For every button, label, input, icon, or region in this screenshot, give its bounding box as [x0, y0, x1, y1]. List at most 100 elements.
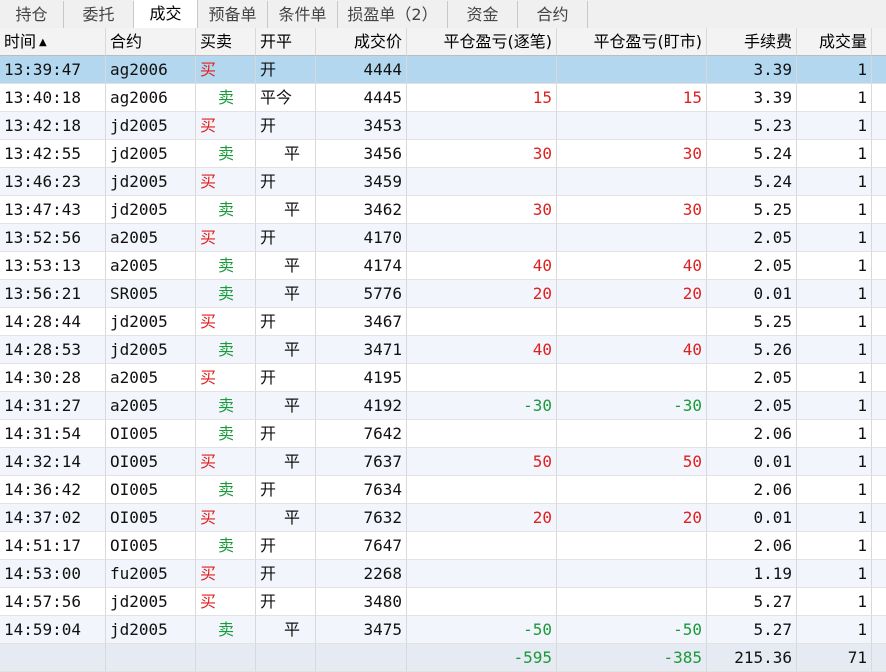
cell-open-close: 平	[256, 336, 316, 364]
table-row[interactable]: 14:31:27 a2005 卖平 4192 -30 -30 2.05 1	[0, 392, 886, 420]
cell-price: 2268	[316, 560, 407, 588]
cell-pnl-mtm	[557, 560, 707, 588]
table-row[interactable]: 14:28:44 jd2005 买开 3467 5.25 1	[0, 308, 886, 336]
table-row[interactable]: 13:47:43 jd2005 卖平 3462 30 30 5.25 1	[0, 196, 886, 224]
table-row[interactable]: 14:37:02 OI005 买平 7632 20 20 0.01 1	[0, 504, 886, 532]
tab-2[interactable]: 成交	[134, 0, 198, 28]
cell-price: 3480	[316, 588, 407, 616]
cell-price: 3462	[316, 196, 407, 224]
cell-qty: 1	[797, 196, 872, 224]
cell-pnl-mtm	[557, 420, 707, 448]
cell-fee: 2.06	[707, 532, 797, 560]
column-header-contract[interactable]: 合约	[106, 28, 196, 56]
table-row[interactable]: 14:57:56 jd2005 买开 3480 5.27 1	[0, 588, 886, 616]
table-row[interactable]: 14:32:14 OI005 买平 7637 50 50 0.01 1	[0, 448, 886, 476]
cell-time: 14:30:28	[0, 364, 106, 392]
tab-1[interactable]: 委托	[64, 1, 134, 28]
cell-price: 4174	[316, 252, 407, 280]
column-header-price[interactable]: 成交价	[316, 28, 407, 56]
table-row[interactable]: 13:53:13 a2005 卖平 4174 40 40 2.05 1	[0, 252, 886, 280]
cell-open-close: 开	[256, 420, 316, 448]
table-row[interactable]: 13:42:55 jd2005 卖平 3456 30 30 5.24 1	[0, 140, 886, 168]
cell-fee: 5.24	[707, 140, 797, 168]
cell-open-close: 平	[256, 196, 316, 224]
cell-fee: 2.05	[707, 364, 797, 392]
cell-price: 3475	[316, 616, 407, 644]
cell-price: 7642	[316, 420, 407, 448]
cell-fee: 5.23	[707, 112, 797, 140]
cell-qty: 1	[797, 168, 872, 196]
sort-ascending-icon: ▲	[39, 37, 47, 48]
cell-open-close: 平	[256, 616, 316, 644]
table-row[interactable]: 14:31:54 OI005 卖开 7642 2.06 1	[0, 420, 886, 448]
table-row[interactable]: 13:56:21 SR005 卖平 5776 20 20 0.01 1	[0, 280, 886, 308]
cell-pnl-trade	[407, 308, 557, 336]
cell-pnl-mtm: 20	[557, 504, 707, 532]
column-header-side[interactable]: 买卖	[196, 28, 256, 56]
cell-pnl-mtm	[557, 532, 707, 560]
cell-pnl-trade	[407, 364, 557, 392]
cell-open-close: 开	[256, 364, 316, 392]
tab-4[interactable]: 条件单	[268, 1, 338, 28]
column-header-open-close[interactable]: 开平	[256, 28, 316, 56]
tab-0[interactable]: 持仓	[0, 1, 64, 28]
cell-time: 13:53:13	[0, 252, 106, 280]
tab-3[interactable]: 预备单	[198, 1, 268, 28]
table-row[interactable]: 13:40:18 ag2006 卖平今 4445 15 15 3.39 1	[0, 84, 886, 112]
table-row[interactable]: 14:59:04 jd2005 卖平 3475 -50 -50 5.27 1	[0, 616, 886, 644]
cell-pnl-mtm: 40	[557, 252, 707, 280]
column-header-qty[interactable]: 成交量	[797, 28, 872, 56]
table-row[interactable]: 13:39:47 ag2006 买开 4444 3.39 1	[0, 56, 886, 84]
cell-contract: a2005	[106, 392, 196, 420]
column-header-pnl-trade[interactable]: 平仓盈亏(逐笔)	[407, 28, 557, 56]
cell-contract: jd2005	[106, 616, 196, 644]
table-row[interactable]: 14:53:00 fu2005 买开 2268 1.19 1	[0, 560, 886, 588]
table-row[interactable]: 13:52:56 a2005 买开 4170 2.05 1	[0, 224, 886, 252]
cell-open-close: 平	[256, 252, 316, 280]
cell-filler	[872, 224, 886, 252]
table-row[interactable]: 14:30:28 a2005 买开 4195 2.05 1	[0, 364, 886, 392]
cell-filler	[872, 476, 886, 504]
cell-price: 3453	[316, 112, 407, 140]
table-row[interactable]: 14:36:42 OI005 卖开 7634 2.06 1	[0, 476, 886, 504]
cell-fee: 0.01	[707, 448, 797, 476]
cell-pnl-trade	[407, 420, 557, 448]
cell-open-close: 开	[256, 532, 316, 560]
cell-qty: 1	[797, 84, 872, 112]
cell-side: 卖	[196, 532, 256, 560]
table-row[interactable]: 13:46:23 jd2005 买开 3459 5.24 1	[0, 168, 886, 196]
cell-pnl-trade	[407, 56, 557, 84]
cell-contract: jd2005	[106, 336, 196, 364]
tab-6[interactable]: 资金	[448, 1, 518, 28]
cell-contract: a2005	[106, 364, 196, 392]
table-row[interactable]: 13:42:18 jd2005 买开 3453 5.23 1	[0, 112, 886, 140]
cell-filler	[872, 504, 886, 532]
cell-filler	[872, 252, 886, 280]
cell-side: 卖	[196, 420, 256, 448]
cell-price: 4444	[316, 56, 407, 84]
tab-5[interactable]: 损盈单（2）	[338, 1, 448, 28]
cell-pnl-mtm: 30	[557, 196, 707, 224]
cell-fee: 5.27	[707, 616, 797, 644]
total-pnl-mtm: -385	[557, 644, 707, 672]
cell-contract: jd2005	[106, 308, 196, 336]
total-qty: 71	[797, 644, 872, 672]
cell-fee: 5.24	[707, 168, 797, 196]
cell-qty: 1	[797, 504, 872, 532]
cell-side: 买	[196, 224, 256, 252]
cell-pnl-mtm: 30	[557, 140, 707, 168]
table-row[interactable]: 14:51:17 OI005 卖开 7647 2.06 1	[0, 532, 886, 560]
cell-filler	[872, 308, 886, 336]
column-header-pnl-mtm[interactable]: 平仓盈亏(盯市)	[557, 28, 707, 56]
cell-price: 4192	[316, 392, 407, 420]
cell-fee: 1.19	[707, 560, 797, 588]
column-header-fee[interactable]: 手续费	[707, 28, 797, 56]
cell-price: 4195	[316, 364, 407, 392]
table-row[interactable]: 14:28:53 jd2005 卖平 3471 40 40 5.26 1	[0, 336, 886, 364]
table-header: 时间 ▲ 合约 买卖 开平 成交价 平仓盈亏(逐笔) 平仓盈亏(盯市) 手续费 成…	[0, 28, 886, 56]
cell-filler	[872, 56, 886, 84]
cell-time: 14:31:54	[0, 420, 106, 448]
cell-side: 买	[196, 168, 256, 196]
column-header-time[interactable]: 时间 ▲	[0, 28, 106, 56]
tab-7[interactable]: 合约	[518, 1, 588, 28]
